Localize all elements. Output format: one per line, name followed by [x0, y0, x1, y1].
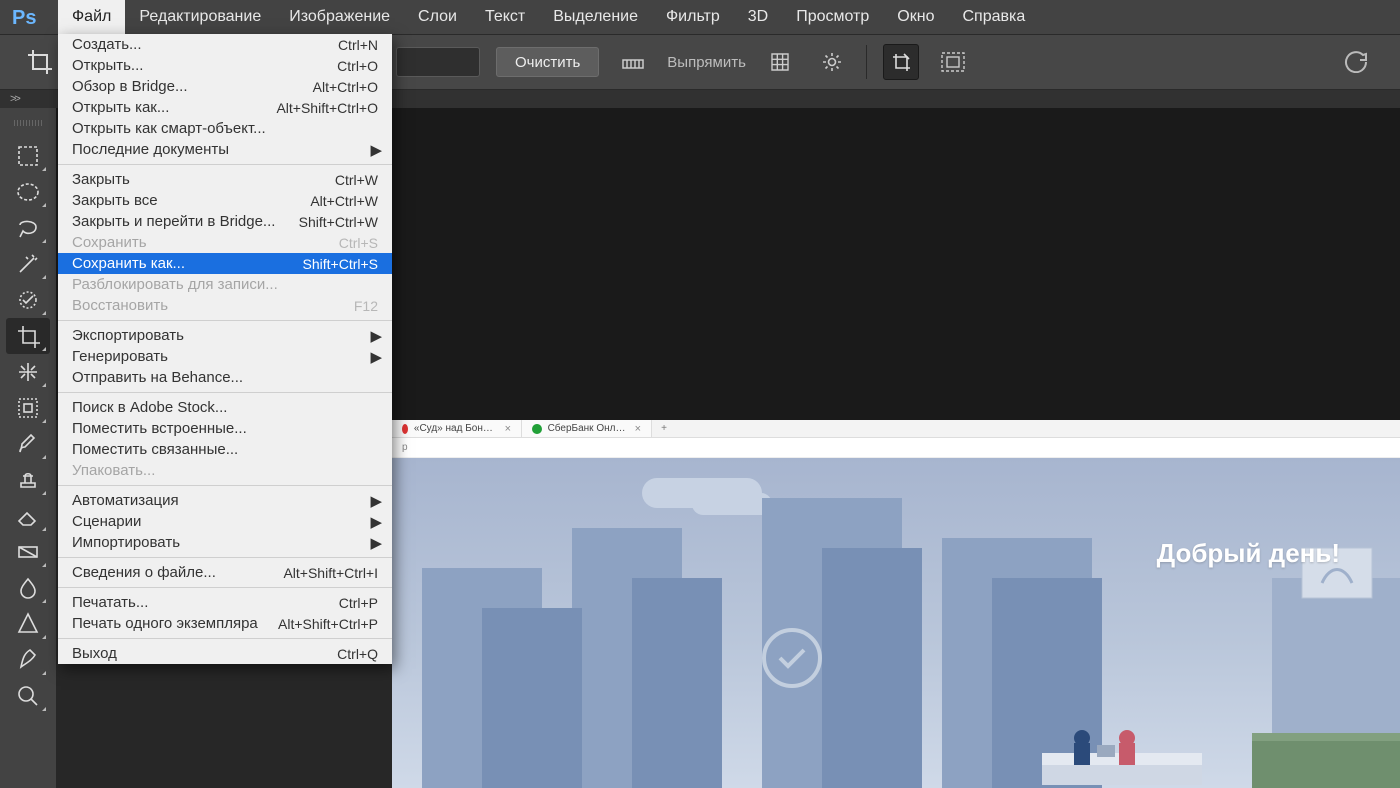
browser-tabs: «Суд» над Бондаренко. Кажды×СберБанк Онл… [392, 420, 1400, 438]
menu-просмотр[interactable]: Просмотр [782, 0, 883, 34]
delete-cropped-button[interactable] [883, 44, 919, 80]
submenu-arrow-icon: ▶ [370, 534, 382, 552]
tool-pen2[interactable] [6, 642, 50, 678]
menu-файл[interactable]: Файл [58, 0, 125, 34]
menu-item-выход[interactable]: ВыходCtrl+Q [58, 643, 392, 664]
clear-button[interactable]: Очистить [496, 47, 599, 77]
tool-clone-stamp[interactable] [6, 462, 50, 498]
menu-item-восстановить: ВосстановитьF12 [58, 295, 392, 316]
menu-выделение[interactable]: Выделение [539, 0, 652, 34]
menu-item-сохранить-как-[interactable]: Сохранить как...Shift+Ctrl+S [58, 253, 392, 274]
browser-tab[interactable]: «Суд» над Бондаренко. Кажды× [392, 420, 522, 437]
browser-tab[interactable]: СберБанк Онлайн× [522, 420, 652, 437]
menu-separator [58, 320, 392, 321]
menu-item-печать-одного-экземпляра[interactable]: Печать одного экземпляраAlt+Shift+Ctrl+P [58, 613, 392, 634]
menu-separator [58, 164, 392, 165]
menu-редактирование[interactable]: Редактирование [125, 0, 275, 34]
menu-3d[interactable]: 3D [734, 0, 782, 34]
menu-item-разблокировать-для-записи-: Разблокировать для записи... [58, 274, 392, 295]
content-aware-button[interactable] [935, 44, 971, 80]
menu-item-закрыть-все[interactable]: Закрыть всеAlt+Ctrl+W [58, 190, 392, 211]
menubar: Ps ФайлРедактированиеИзображениеСлоиТекс… [0, 0, 1400, 34]
clear-button-label: Очистить [515, 54, 580, 71]
svg-text:Ps: Ps [12, 7, 36, 28]
submenu-arrow-icon: ▶ [370, 492, 382, 510]
menu-separator [58, 485, 392, 486]
menu-item-сохранить: СохранитьCtrl+S [58, 232, 392, 253]
menu-item-печатать-[interactable]: Печатать...Ctrl+P [58, 592, 392, 613]
menu-item-открыть-как-[interactable]: Открыть как...Alt+Shift+Ctrl+O [58, 97, 392, 118]
close-icon[interactable]: × [635, 423, 641, 435]
tool-brush[interactable] [6, 426, 50, 462]
greeting-text: Добрый день! [1157, 538, 1340, 569]
menu-фильтр[interactable]: Фильтр [652, 0, 734, 34]
submenu-arrow-icon: ▶ [370, 348, 382, 366]
menu-item-последние-документы[interactable]: Последние документы▶ [58, 139, 392, 160]
menu-item-сценарии[interactable]: Сценарии▶ [58, 511, 392, 532]
app-logo: Ps [0, 0, 58, 34]
menu-item-открыть-как-смарт-объект-[interactable]: Открыть как смарт-объект... [58, 118, 392, 139]
menu-item-поиск-в-adobe-stock-[interactable]: Поиск в Adobe Stock... [58, 397, 392, 418]
browser-address-bar: р [392, 438, 1400, 458]
tool-pen[interactable] [6, 606, 50, 642]
tool-blur[interactable] [6, 570, 50, 606]
menu-окно[interactable]: Окно [883, 0, 948, 34]
menu-item-открыть-[interactable]: Открыть...Ctrl+O [58, 55, 392, 76]
tool-lasso[interactable] [6, 210, 50, 246]
tool-crop[interactable] [6, 318, 50, 354]
tool-heal-brush[interactable] [6, 282, 50, 318]
menu-separator [58, 638, 392, 639]
menu-separator [58, 392, 392, 393]
crop-width-input[interactable] [396, 47, 480, 77]
tool-gradient[interactable] [6, 534, 50, 570]
grid-overlay-button[interactable] [762, 44, 798, 80]
menu-item-создать-[interactable]: Создать...Ctrl+N [58, 34, 392, 55]
reset-button[interactable] [1342, 51, 1370, 73]
menu-item-сведения-о-файле-[interactable]: Сведения о файле...Alt+Shift+Ctrl+I [58, 562, 392, 583]
menu-текст[interactable]: Текст [471, 0, 539, 34]
straighten-icon[interactable] [615, 44, 651, 80]
tool-marquee[interactable] [6, 138, 50, 174]
tool-ellipse-marquee[interactable] [6, 174, 50, 210]
document-content: «Суд» над Бондаренко. Кажды×СберБанк Онл… [392, 420, 1400, 788]
menu-item-поместить-связанные-[interactable]: Поместить связанные... [58, 439, 392, 460]
menu-item-поместить-встроенные-[interactable]: Поместить встроенные... [58, 418, 392, 439]
tool-frame[interactable] [6, 390, 50, 426]
menu-слои[interactable]: Слои [404, 0, 471, 34]
tool-transform[interactable] [6, 354, 50, 390]
tabstrip-overflow-icon[interactable]: >> [10, 93, 19, 105]
panel-grip-icon[interactable] [14, 120, 42, 126]
menu-item-автоматизация[interactable]: Автоматизация▶ [58, 490, 392, 511]
tools-panel [0, 108, 56, 788]
menu-separator [58, 587, 392, 588]
file-menu-dropdown: Создать...Ctrl+NОткрыть...Ctrl+OОбзор в … [58, 34, 392, 664]
tool-eraser[interactable] [6, 498, 50, 534]
menu-item-закрыть[interactable]: ЗакрытьCtrl+W [58, 169, 392, 190]
menu-изображение[interactable]: Изображение [275, 0, 404, 34]
menu-item-отправить-на-behance-[interactable]: Отправить на Behance... [58, 367, 392, 388]
menu-item-экспортировать[interactable]: Экспортировать▶ [58, 325, 392, 346]
options-separator [866, 45, 867, 79]
menu-item-импортировать[interactable]: Импортировать▶ [58, 532, 392, 553]
menu-справка[interactable]: Справка [948, 0, 1039, 34]
crop-tool-indicator-icon [20, 42, 60, 82]
settings-gear-button[interactable] [814, 44, 850, 80]
submenu-arrow-icon: ▶ [370, 141, 382, 159]
menu-item-упаковать-: Упаковать... [58, 460, 392, 481]
tool-zoom[interactable] [6, 678, 50, 714]
straighten-label: Выпрямить [667, 54, 746, 71]
menu-item-генерировать[interactable]: Генерировать▶ [58, 346, 392, 367]
menu-separator [58, 557, 392, 558]
close-icon[interactable]: × [505, 423, 511, 435]
submenu-arrow-icon: ▶ [370, 327, 382, 345]
tool-magic-wand[interactable] [6, 246, 50, 282]
new-tab-button[interactable]: + [652, 423, 676, 434]
menu-item-закрыть-и-перейти-в-bridge-[interactable]: Закрыть и перейти в Bridge...Shift+Ctrl+… [58, 211, 392, 232]
submenu-arrow-icon: ▶ [370, 513, 382, 531]
menu-item-обзор-в-bridge-[interactable]: Обзор в Bridge...Alt+Ctrl+O [58, 76, 392, 97]
